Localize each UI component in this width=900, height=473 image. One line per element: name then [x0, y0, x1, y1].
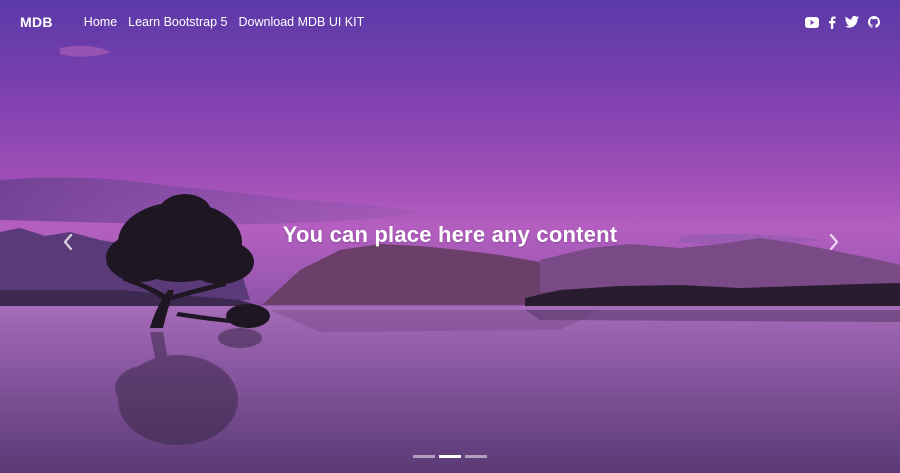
- chevron-left-icon: [63, 234, 73, 250]
- carousel-next-button[interactable]: [824, 232, 844, 252]
- nav-link-learn-bootstrap[interactable]: Learn Bootstrap 5: [128, 15, 227, 29]
- nav-links: Home Learn Bootstrap 5 Download MDB UI K…: [84, 15, 375, 29]
- youtube-icon[interactable]: [805, 16, 819, 28]
- carousel-prev-button[interactable]: [58, 232, 78, 252]
- carousel-indicators: [0, 455, 900, 458]
- nav-link-home[interactable]: Home: [84, 15, 117, 29]
- twitter-icon[interactable]: [845, 16, 859, 28]
- hero-carousel: MDB Home Learn Bootstrap 5 Download MDB …: [0, 0, 900, 473]
- brand-logo[interactable]: MDB: [20, 14, 53, 30]
- carousel-indicator-1[interactable]: [413, 455, 435, 458]
- facebook-icon[interactable]: [828, 16, 836, 29]
- nav-link-download-mdb[interactable]: Download MDB UI KIT: [239, 15, 365, 29]
- navbar: MDB Home Learn Bootstrap 5 Download MDB …: [0, 0, 900, 44]
- carousel-caption: You can place here any content: [282, 222, 618, 247]
- social-links: [805, 16, 880, 29]
- chevron-right-icon: [829, 234, 839, 250]
- carousel-indicator-3[interactable]: [465, 455, 487, 458]
- carousel-indicator-2[interactable]: [439, 455, 461, 458]
- github-icon[interactable]: [868, 16, 880, 28]
